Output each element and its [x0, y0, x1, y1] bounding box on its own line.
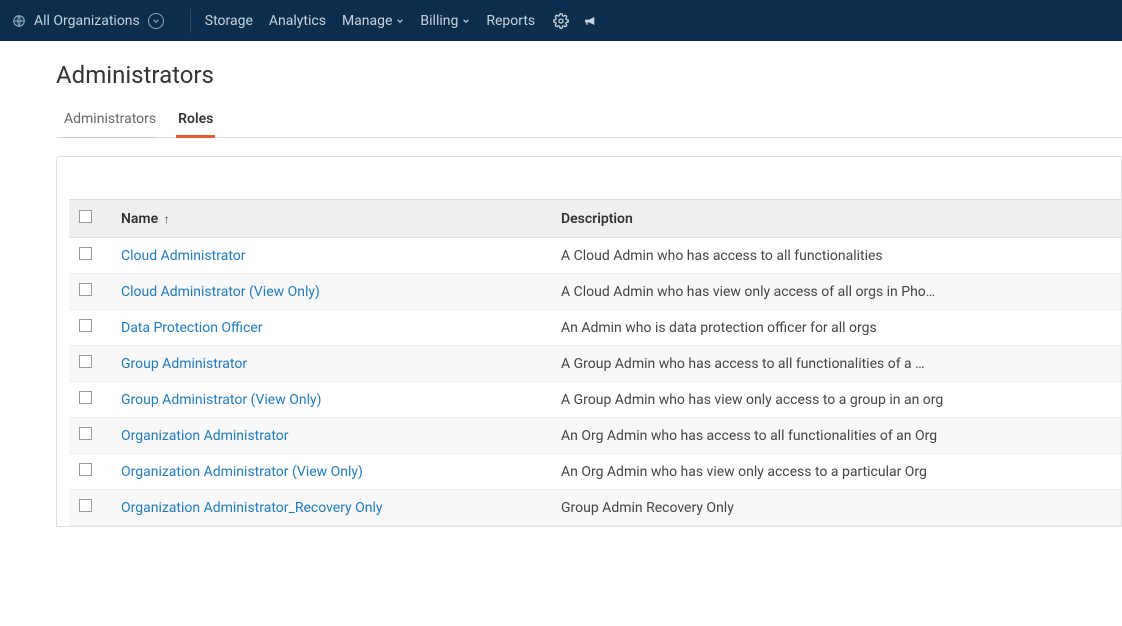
row-checkbox-cell: [69, 490, 109, 526]
nav-label: Storage: [205, 13, 253, 29]
row-description-cell: A Cloud Admin who has view only access o…: [549, 274, 1121, 310]
table-row: Organization Administrator (View Only) An…: [69, 454, 1121, 490]
row-description-cell: A Group Admin who has view only access t…: [549, 382, 1121, 418]
header-select-all: [69, 200, 109, 238]
row-checkbox-cell: [69, 382, 109, 418]
row-checkbox-cell: [69, 274, 109, 310]
table-row: Cloud Administrator A Cloud Admin who has…: [69, 238, 1121, 274]
top-navigation: All Organizations Storage Analytics Mana…: [0, 0, 1122, 41]
nav-label: Reports: [486, 13, 535, 29]
org-label: All Organizations: [34, 13, 140, 29]
row-checkbox-cell: [69, 310, 109, 346]
role-link[interactable]: Cloud Administrator: [121, 248, 246, 264]
megaphone-icon[interactable]: [583, 13, 599, 29]
row-name-cell: Data Protection Officer: [109, 310, 549, 346]
row-checkbox[interactable]: [79, 391, 92, 404]
tabs-bar: Administrators Roles: [56, 105, 1122, 138]
row-description-cell: An Admin who is data protection officer …: [549, 310, 1121, 346]
page-content: Administrators Administrators Roles Name…: [0, 41, 1122, 527]
role-link[interactable]: Organization Administrator_Recovery Only: [121, 500, 383, 516]
table-row: Cloud Administrator (View Only) A Cloud A…: [69, 274, 1121, 310]
row-description-cell: Group Admin Recovery Only: [549, 490, 1121, 526]
row-name-cell: Cloud Administrator (View Only): [109, 274, 549, 310]
tab-label: Roles: [178, 111, 213, 127]
row-checkbox[interactable]: [79, 427, 92, 440]
row-name-cell: Cloud Administrator: [109, 238, 549, 274]
row-checkbox[interactable]: [79, 283, 92, 296]
header-label: Name: [121, 211, 158, 227]
chevron-down-icon: [396, 17, 404, 25]
row-checkbox[interactable]: [79, 355, 92, 368]
nav-items: Storage Analytics Manage Billing Reports: [205, 13, 535, 29]
row-description-cell: A Group Admin who has access to all func…: [549, 346, 1121, 382]
row-name-cell: Organization Administrator: [109, 418, 549, 454]
row-checkbox-cell: [69, 346, 109, 382]
nav-label: Billing: [420, 13, 458, 29]
nav-icons: [553, 13, 599, 29]
org-selector[interactable]: All Organizations: [12, 13, 176, 29]
role-link[interactable]: Organization Administrator (View Only): [121, 464, 363, 480]
sort-asc-icon: ↑: [164, 212, 170, 226]
nav-label: Analytics: [269, 13, 326, 29]
table-row: Group Administrator (View Only) A Group A…: [69, 382, 1121, 418]
nav-divider: [190, 9, 191, 33]
row-description-cell: An Org Admin who has access to all funct…: [549, 418, 1121, 454]
tab-administrators[interactable]: Administrators: [62, 105, 158, 137]
row-name-cell: Organization Administrator (View Only): [109, 454, 549, 490]
row-checkbox[interactable]: [79, 247, 92, 260]
table-header-row: Name ↑ Description: [69, 200, 1121, 238]
nav-label: Manage: [342, 13, 392, 29]
row-checkbox[interactable]: [79, 499, 92, 512]
roles-table-card: Name ↑ Description Cloud Administrator A …: [56, 156, 1122, 527]
table-row: Organization Administrator An Org Admin w…: [69, 418, 1121, 454]
row-name-cell: Group Administrator (View Only): [109, 382, 549, 418]
nav-item-analytics[interactable]: Analytics: [269, 13, 326, 29]
role-link[interactable]: Cloud Administrator (View Only): [121, 284, 320, 300]
row-name-cell: Organization Administrator_Recovery Only: [109, 490, 549, 526]
header-name[interactable]: Name ↑: [109, 200, 549, 238]
chevron-down-icon: [148, 13, 164, 29]
row-name-cell: Group Administrator: [109, 346, 549, 382]
chevron-down-icon: [462, 17, 470, 25]
row-description-cell: A Cloud Admin who has access to all func…: [549, 238, 1121, 274]
globe-icon: [12, 14, 26, 28]
tab-label: Administrators: [64, 111, 156, 127]
gear-icon[interactable]: [553, 13, 569, 29]
row-checkbox[interactable]: [79, 319, 92, 332]
nav-item-reports[interactable]: Reports: [486, 13, 535, 29]
table-row: Group Administrator A Group Admin who has…: [69, 346, 1121, 382]
nav-item-billing[interactable]: Billing: [420, 13, 470, 29]
role-link[interactable]: Group Administrator: [121, 356, 247, 372]
row-description-cell: An Org Admin who has view only access to…: [549, 454, 1121, 490]
role-link[interactable]: Group Administrator (View Only): [121, 392, 322, 408]
row-checkbox-cell: [69, 454, 109, 490]
select-all-checkbox[interactable]: [79, 210, 92, 223]
row-checkbox-cell: [69, 418, 109, 454]
table-row: Organization Administrator_Recovery Only…: [69, 490, 1121, 526]
role-link[interactable]: Data Protection Officer: [121, 320, 262, 336]
table-row: Data Protection Officer An Admin who is d…: [69, 310, 1121, 346]
row-checkbox[interactable]: [79, 463, 92, 476]
row-checkbox-cell: [69, 238, 109, 274]
nav-item-storage[interactable]: Storage: [205, 13, 253, 29]
header-label: Description: [561, 211, 633, 227]
nav-item-manage[interactable]: Manage: [342, 13, 404, 29]
header-description[interactable]: Description: [549, 200, 1121, 238]
role-link[interactable]: Organization Administrator: [121, 428, 289, 444]
roles-table: Name ↑ Description Cloud Administrator A …: [69, 199, 1121, 526]
page-title: Administrators: [56, 61, 1122, 89]
tab-roles[interactable]: Roles: [176, 105, 215, 137]
